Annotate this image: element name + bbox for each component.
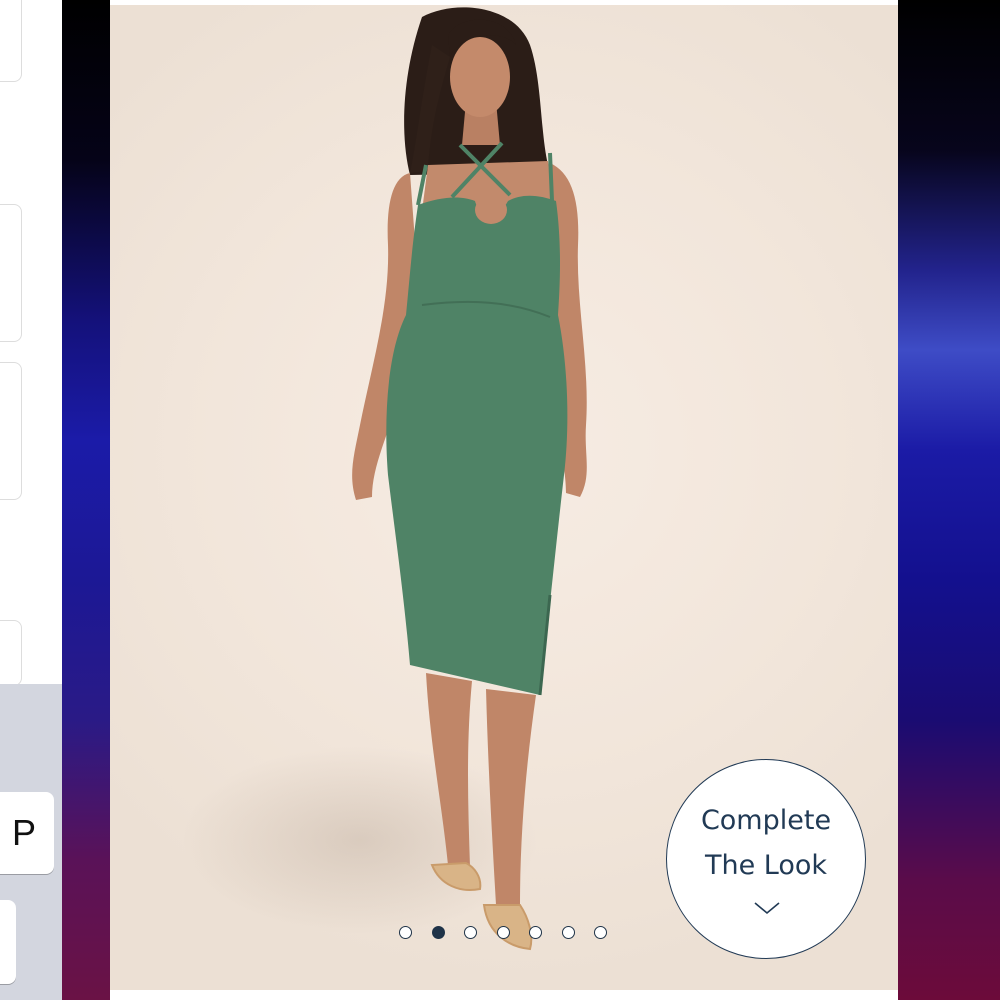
complete-the-look-line2: The Look xyxy=(704,850,828,881)
left-card[interactable] xyxy=(0,362,22,500)
blurred-background-right xyxy=(898,0,1000,1000)
carousel-dot[interactable] xyxy=(431,926,445,939)
keyboard-key-p[interactable]: P xyxy=(0,792,54,874)
carousel-dot[interactable] xyxy=(529,926,542,939)
keyboard-key-label: P xyxy=(11,812,36,853)
carousel-dot[interactable] xyxy=(496,926,510,939)
left-card[interactable] xyxy=(0,204,22,342)
carousel-dot[interactable] xyxy=(561,926,575,939)
carousel-dot[interactable] xyxy=(594,926,607,939)
blurred-background-left xyxy=(62,0,110,1000)
left-app-panel: P xyxy=(0,0,62,1000)
carousel-dot[interactable] xyxy=(464,926,477,939)
carousel-dots xyxy=(0,925,1000,943)
complete-the-look-line1: Complete xyxy=(700,805,832,836)
left-card[interactable] xyxy=(0,620,22,686)
bottom-strip xyxy=(110,990,898,1000)
complete-the-look-label: Complete The Look xyxy=(667,798,865,888)
chevron-down-icon xyxy=(754,902,780,915)
left-card[interactable] xyxy=(0,0,22,82)
carousel-dot[interactable] xyxy=(399,926,412,939)
